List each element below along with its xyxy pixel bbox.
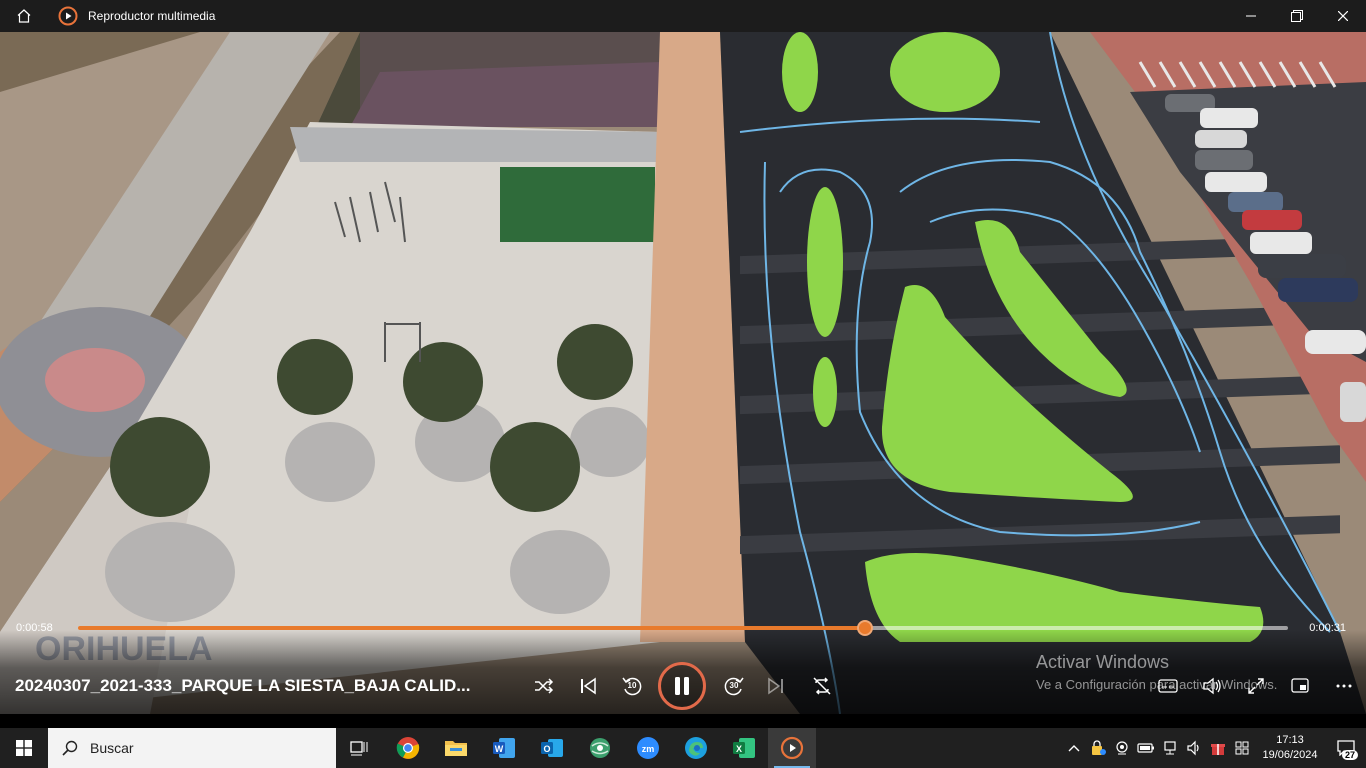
previous-icon <box>581 677 596 695</box>
windows-logo-icon <box>16 740 32 756</box>
taskbar-network-app[interactable] <box>576 728 624 768</box>
show-hidden-icons-button[interactable] <box>1062 728 1086 768</box>
close-button[interactable] <box>1320 0 1366 32</box>
video-frame: ORIHUELA <box>0 32 1366 714</box>
tray-battery[interactable] <box>1134 728 1158 768</box>
home-icon <box>17 9 31 23</box>
gift-icon <box>1211 744 1225 755</box>
volume-button[interactable] <box>1194 668 1230 704</box>
outlook-icon: O <box>541 739 563 757</box>
skip-forward-label: 30 <box>729 681 739 690</box>
taskbar-word[interactable]: W <box>480 728 528 768</box>
skip-back-button[interactable]: 10 <box>614 668 650 704</box>
taskbar-zoom[interactable]: zm <box>624 728 672 768</box>
word-icon: W <box>493 738 515 758</box>
pause-button[interactable] <box>658 662 706 710</box>
next-button[interactable] <box>758 668 794 704</box>
volume-icon <box>1203 677 1221 695</box>
task-view-icon <box>350 741 368 756</box>
title-bar: Reproductor multimedia <box>0 0 1366 32</box>
tray-volume[interactable] <box>1182 728 1206 768</box>
tray-network[interactable] <box>1158 728 1182 768</box>
tray-security[interactable] <box>1086 728 1110 768</box>
file-explorer-icon <box>445 741 467 756</box>
camera-icon <box>1116 741 1128 755</box>
shuffle-button[interactable] <box>526 668 562 704</box>
subtitles-icon <box>1158 679 1178 693</box>
close-icon <box>1338 11 1348 21</box>
clock-time: 17:13 <box>1276 734 1304 746</box>
speaker-icon <box>1187 740 1199 756</box>
tray-keyboard-language[interactable] <box>1230 728 1254 768</box>
system-tray: 17:13 19/06/2024 27 <box>1062 728 1366 768</box>
minimize-icon <box>1246 15 1256 17</box>
notifications-button[interactable]: 27 <box>1326 728 1366 768</box>
fullscreen-icon <box>1248 678 1264 694</box>
network-icon <box>1164 741 1176 755</box>
zoom-icon: zm <box>637 737 659 759</box>
search-placeholder: Buscar <box>90 740 134 756</box>
taskbar-excel[interactable]: X <box>720 728 768 768</box>
subtitles-button[interactable] <box>1150 668 1186 704</box>
current-time: 0:00:58 <box>16 622 53 634</box>
tray-gift[interactable] <box>1206 728 1230 768</box>
svg-text:X: X <box>736 744 742 754</box>
seek-thumb[interactable] <box>856 620 873 636</box>
more-options-button[interactable] <box>1326 668 1362 704</box>
next-icon <box>768 677 783 695</box>
svg-text:zm: zm <box>642 744 655 754</box>
task-view-button[interactable] <box>336 728 384 768</box>
fullscreen-button[interactable] <box>1238 668 1274 704</box>
window-title: Reproductor multimedia <box>88 9 216 23</box>
seek-progress <box>78 626 865 630</box>
skip-forward-button[interactable]: 30 <box>716 668 752 704</box>
pause-icon <box>675 677 689 695</box>
mini-player-icon <box>1291 678 1309 693</box>
shuffle-icon <box>535 678 554 694</box>
notification-count: 27 <box>1341 750 1358 760</box>
home-button[interactable] <box>0 0 48 32</box>
skip-back-label: 10 <box>627 681 637 690</box>
media-title: 20240307_2021-333_PARQUE LA SIESTA_BAJA … <box>15 676 471 695</box>
mini-player-button[interactable] <box>1282 668 1318 704</box>
remaining-time: 0:00:31 <box>1309 622 1346 634</box>
clock-date: 19/06/2024 <box>1262 749 1318 761</box>
taskbar-edge[interactable] <box>672 728 720 768</box>
more-icon <box>1336 684 1352 688</box>
video-viewport[interactable]: ORIHUELA Activar Windows Ve a Configurac… <box>0 32 1366 714</box>
taskbar-clock[interactable]: 17:13 19/06/2024 <box>1254 733 1326 763</box>
taskbar-media-player[interactable] <box>768 728 816 768</box>
search-icon <box>62 740 78 756</box>
svg-text:W: W <box>495 744 504 754</box>
start-button[interactable] <box>0 728 48 768</box>
network-globe-icon <box>590 738 610 758</box>
edge-icon <box>685 737 707 759</box>
maximize-button[interactable] <box>1274 0 1320 32</box>
maximize-icon <box>1291 10 1303 22</box>
seek-bar[interactable] <box>78 620 1288 636</box>
media-player-icon <box>780 736 804 760</box>
svg-text:O: O <box>543 744 550 754</box>
taskbar-outlook[interactable]: O <box>528 728 576 768</box>
chevron-up-icon <box>1068 745 1080 752</box>
tray-camera[interactable] <box>1110 728 1134 768</box>
excel-icon: X <box>733 738 755 758</box>
repeat-button[interactable] <box>804 668 840 704</box>
media-player-icon <box>58 6 78 26</box>
chrome-icon <box>396 737 420 759</box>
battery-icon <box>1137 743 1154 753</box>
taskbar-search[interactable]: Buscar <box>48 728 336 768</box>
taskbar-chrome[interactable] <box>384 728 432 768</box>
grid-icon <box>1235 741 1249 755</box>
security-icon <box>1092 740 1106 755</box>
previous-button[interactable] <box>570 668 606 704</box>
taskbar-file-explorer[interactable] <box>432 728 480 768</box>
taskbar: Buscar W O zm X 17:13 19/06/2024 27 <box>0 728 1366 768</box>
minimize-button[interactable] <box>1228 0 1274 32</box>
repeat-off-icon <box>813 677 831 695</box>
